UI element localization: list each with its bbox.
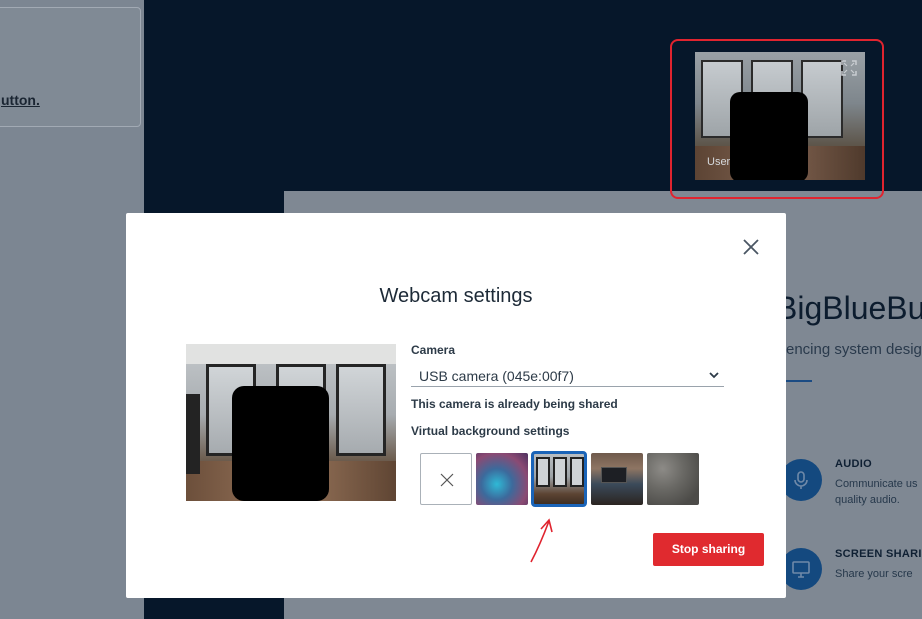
annotation-arrow (530, 518, 553, 563)
vb-board-option[interactable] (647, 453, 699, 505)
camera-label: Camera (411, 343, 456, 357)
virtual-background-label: Virtual background settings (411, 424, 570, 438)
vb-home-option-selected[interactable] (531, 451, 587, 507)
vb-coffeeshop-option[interactable] (591, 453, 643, 505)
divider (786, 380, 812, 382)
left-card: utton. (0, 7, 141, 127)
feature-text-audio-1: Communicate us (835, 478, 918, 490)
webcam-preview (186, 344, 396, 501)
welcome-subtitle: encing system desig (786, 341, 922, 358)
welcome-title: BigBlueBu (776, 290, 922, 326)
chevron-down-icon (709, 372, 719, 379)
microphone-icon (780, 459, 822, 501)
feature-title-audio: AUDIO (835, 458, 872, 470)
close-icon[interactable] (740, 236, 762, 258)
monitor-icon (780, 548, 822, 590)
left-panel: utton. (0, 0, 144, 619)
camera-select-value: USB camera (045e:00f7) (419, 368, 574, 384)
left-card-link[interactable]: utton. (1, 92, 40, 108)
camera-select[interactable]: USB camera (045e:00f7) (411, 363, 724, 387)
feature-title-screenshare: SCREEN SHARIN (835, 548, 922, 560)
webcam-settings-modal: Webcam settings Camera USB camera (045e:… (126, 213, 786, 598)
redaction-block (232, 386, 329, 501)
stop-sharing-button[interactable]: Stop sharing (653, 533, 764, 566)
feature-text-screenshare-1: Share your scre (835, 568, 913, 580)
vb-blur-option[interactable] (476, 453, 528, 505)
feature-text-audio-2: quality audio. (835, 494, 900, 506)
camera-shared-notice: This camera is already being shared (411, 397, 618, 411)
modal-title: Webcam settings (379, 285, 533, 307)
annotation-highlight-box (670, 39, 884, 199)
close-icon (440, 473, 454, 487)
vb-none-option[interactable] (420, 453, 472, 505)
